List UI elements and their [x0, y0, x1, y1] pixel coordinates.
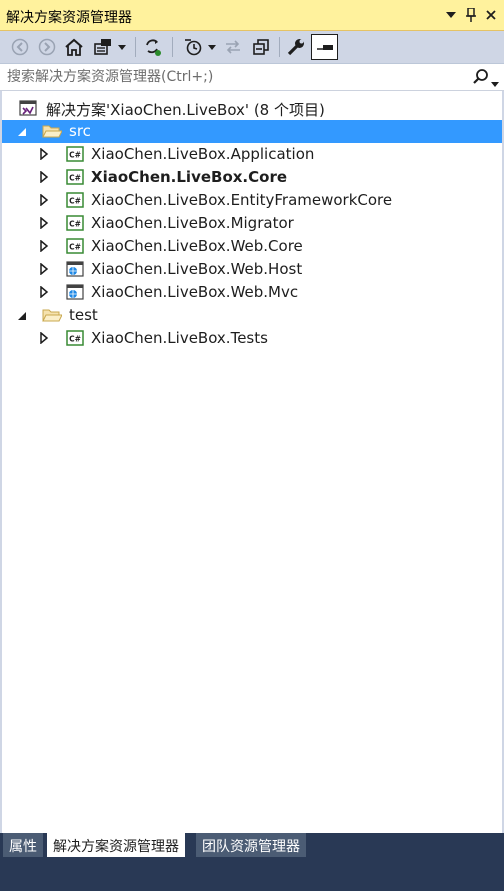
tree-item-solution[interactable]: 解决方案'XiaoChen.LiveBox' (8 个项目) — [2, 97, 502, 120]
tree-item-project[interactable]: C# XiaoChen.LiveBox.EntityFrameworkCore — [2, 189, 502, 212]
preview-selected-item-icon[interactable] — [311, 34, 338, 60]
home-icon[interactable] — [63, 36, 85, 58]
web-project-icon — [66, 261, 84, 277]
title-bar: 解决方案资源管理器 — [0, 0, 504, 31]
collapse-all-icon[interactable] — [250, 36, 272, 58]
csharp-project-icon: C# — [66, 192, 84, 208]
search-bar — [0, 64, 504, 91]
svg-text:C#: C# — [69, 243, 81, 252]
toolbar-separator — [135, 37, 136, 57]
sync-with-active-document-icon[interactable] — [142, 36, 164, 58]
project-label: XiaoChen.LiveBox.Core — [91, 168, 288, 186]
forward-icon[interactable] — [37, 36, 57, 58]
refresh-icon[interactable] — [222, 36, 244, 58]
filter-dropdown-icon[interactable] — [207, 36, 217, 58]
visual-studio-solution-icon — [19, 100, 37, 116]
csharp-project-icon: C# — [66, 169, 84, 185]
folder-open-icon — [42, 123, 63, 139]
project-label: XiaoChen.LiveBox.EntityFrameworkCore — [91, 191, 393, 209]
pin-icon[interactable] — [463, 6, 479, 24]
tab-team-explorer[interactable]: 团队资源管理器 — [196, 833, 306, 857]
csharp-project-icon: C# — [66, 330, 84, 346]
collapsed-arrow-icon[interactable] — [39, 239, 51, 253]
folder-open-icon — [42, 307, 63, 323]
collapsed-arrow-icon[interactable] — [39, 193, 51, 207]
tree-item-folder-src[interactable]: src — [2, 120, 502, 143]
bottom-tab-strip: 属性 解决方案资源管理器 团队资源管理器 — [0, 833, 504, 857]
svg-text:C#: C# — [69, 151, 81, 160]
project-label: XiaoChen.LiveBox.Migrator — [91, 214, 294, 232]
csharp-project-icon: C# — [66, 215, 84, 231]
search-input[interactable] — [7, 67, 467, 87]
solution-tree: 解决方案'XiaoChen.LiveBox' (8 个项目) src C# Xi… — [0, 91, 504, 833]
svg-text:C#: C# — [69, 174, 81, 183]
solution-label: 解决方案'XiaoChen.LiveBox' (8 个项目) — [46, 101, 325, 119]
tree-item-project[interactable]: XiaoChen.LiveBox.Web.Mvc — [2, 281, 502, 304]
tree-item-project[interactable]: XiaoChen.LiveBox.Web.Host — [2, 258, 502, 281]
project-label: XiaoChen.LiveBox.Web.Core — [91, 237, 303, 255]
svg-text:C#: C# — [69, 335, 81, 344]
tree-item-project[interactable]: C# XiaoChen.LiveBox.Web.Core — [2, 235, 502, 258]
project-label: XiaoChen.LiveBox.Web.Mvc — [91, 283, 299, 301]
project-label: XiaoChen.LiveBox.Tests — [91, 329, 268, 347]
switch-views-icon[interactable] — [92, 36, 114, 58]
collapsed-arrow-icon[interactable] — [39, 170, 51, 184]
toolbar — [0, 31, 504, 64]
expanded-arrow-icon[interactable] — [17, 125, 29, 137]
close-icon[interactable] — [483, 6, 499, 24]
window-menu-dropdown-icon[interactable] — [443, 6, 459, 24]
csharp-project-icon: C# — [66, 238, 84, 254]
search-options-dropdown-icon[interactable] — [491, 75, 499, 91]
properties-icon[interactable] — [285, 36, 307, 58]
csharp-project-icon: C# — [66, 146, 84, 162]
expanded-arrow-icon[interactable] — [17, 309, 29, 321]
tree-item-project[interactable]: C# XiaoChen.LiveBox.Application — [2, 143, 502, 166]
pending-changes-filter-icon[interactable] — [182, 36, 204, 58]
search-icon[interactable] — [472, 68, 490, 90]
collapsed-arrow-icon[interactable] — [39, 147, 51, 161]
switch-views-dropdown-icon[interactable] — [117, 36, 127, 58]
web-project-icon — [66, 284, 84, 300]
tree-item-folder-test[interactable]: test — [2, 304, 502, 327]
collapsed-arrow-icon[interactable] — [39, 331, 51, 345]
folder-label: src — [69, 122, 91, 140]
tree-item-project-startup[interactable]: C# XiaoChen.LiveBox.Core — [2, 166, 502, 189]
window-title: 解决方案资源管理器 — [6, 10, 132, 26]
svg-text:C#: C# — [69, 197, 81, 206]
project-label: XiaoChen.LiveBox.Application — [91, 145, 315, 163]
tab-solution-explorer[interactable]: 解决方案资源管理器 — [47, 833, 185, 857]
tab-properties[interactable]: 属性 — [3, 833, 43, 857]
back-icon[interactable] — [10, 36, 30, 58]
collapsed-arrow-icon[interactable] — [39, 216, 51, 230]
toolbar-separator — [172, 37, 173, 57]
tree-item-project[interactable]: C# XiaoChen.LiveBox.Tests — [2, 327, 502, 350]
toolbar-separator — [279, 37, 280, 57]
tree-item-project[interactable]: C# XiaoChen.LiveBox.Migrator — [2, 212, 502, 235]
folder-label: test — [69, 306, 98, 324]
project-label: XiaoChen.LiveBox.Web.Host — [91, 260, 303, 278]
collapsed-arrow-icon[interactable] — [39, 262, 51, 276]
svg-text:C#: C# — [69, 220, 81, 229]
collapsed-arrow-icon[interactable] — [39, 285, 51, 299]
